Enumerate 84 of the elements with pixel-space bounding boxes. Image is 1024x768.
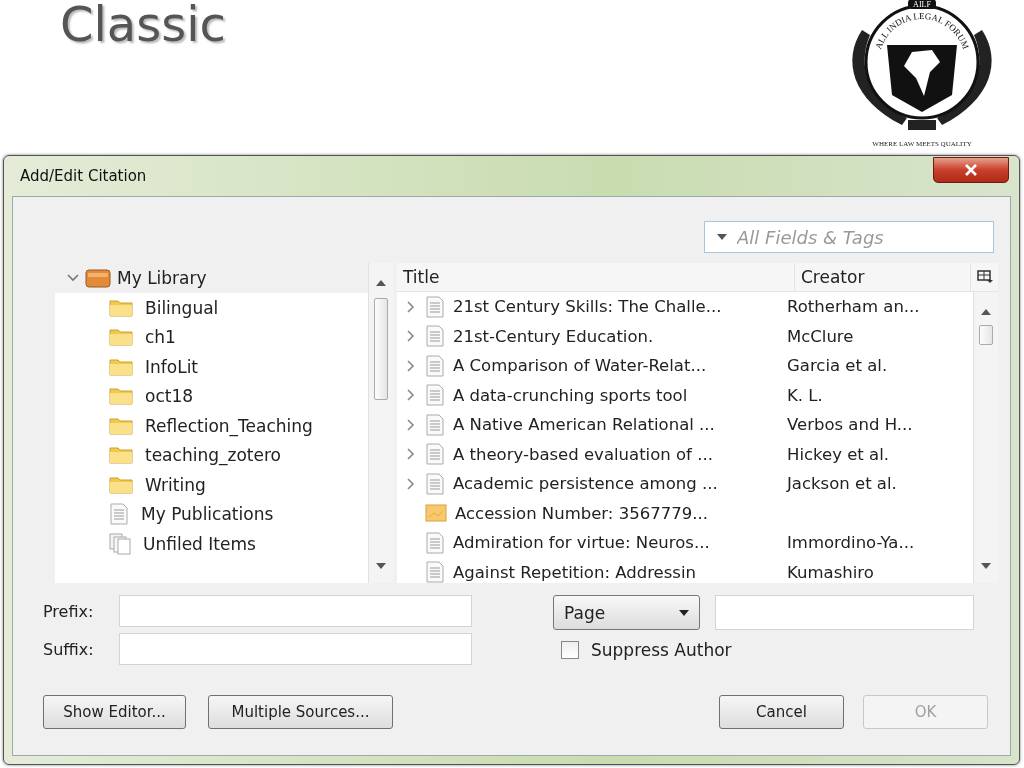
prefix-field[interactable] xyxy=(119,595,472,627)
dialog-button[interactable]: Show Editor... xyxy=(43,695,186,729)
tree-item[interactable]: Unfiled Items xyxy=(143,533,256,554)
note-icon xyxy=(425,504,447,523)
title-cell-text: A theory-based evaluation of ... xyxy=(453,444,714,464)
scroll-up-icon[interactable] xyxy=(981,309,991,315)
suffix-field[interactable] xyxy=(119,633,472,665)
creator-cell: Immordino-Ya... xyxy=(787,533,915,553)
folder-icon xyxy=(109,357,133,376)
chevron-right-icon[interactable] xyxy=(407,477,415,490)
creator-cell: Hickey et al. xyxy=(787,444,889,464)
creator-cell: Garcia et al. xyxy=(787,356,888,376)
tree-item[interactable]: InfoLit xyxy=(145,356,199,377)
chevron-right-icon[interactable] xyxy=(407,448,415,461)
chevron-down-icon[interactable] xyxy=(67,273,79,283)
folder-icon xyxy=(109,446,133,465)
column-header[interactable]: Creator xyxy=(795,263,971,291)
locator-field[interactable] xyxy=(715,595,974,630)
title-cell-text: A Comparison of Water-Relat... xyxy=(453,356,708,376)
dialog-button[interactable]: Multiple Sources... xyxy=(208,695,393,729)
document-icon xyxy=(425,443,445,466)
tree-item[interactable]: Bilingual xyxy=(145,297,219,318)
chevron-right-icon[interactable] xyxy=(407,418,415,431)
folder-icon xyxy=(109,298,133,317)
library-icon xyxy=(85,268,111,288)
scroll-thumb[interactable] xyxy=(979,325,993,345)
scroll-down-icon[interactable] xyxy=(981,563,991,569)
scroll-up-icon[interactable] xyxy=(376,280,386,286)
window-title: Add/Edit Citation xyxy=(20,167,147,185)
creator-cell: Kumashiro xyxy=(787,562,874,582)
creator-cell: Rotherham an... xyxy=(787,297,920,317)
dialog-button[interactable]: Cancel xyxy=(719,695,844,729)
column-header[interactable]: Title xyxy=(397,263,795,291)
suffix-label: Suffix: xyxy=(43,639,95,659)
dropdown-caret-icon[interactable] xyxy=(717,234,727,240)
scroll-thumb[interactable] xyxy=(374,298,388,400)
creator-cell: K. L. xyxy=(787,385,823,405)
document-icon xyxy=(425,472,445,495)
scroll-down-icon[interactable] xyxy=(376,563,386,569)
title-cell-text: A data-crunching sports tool xyxy=(453,385,689,405)
title-cell-text: 21st Century Skills: The Challe... xyxy=(453,297,723,317)
document-icon xyxy=(425,413,445,436)
document-icon xyxy=(425,354,445,377)
folder-icon xyxy=(109,416,133,435)
title-cell-text: Admiration for virtue: Neuros... xyxy=(453,533,711,553)
folder-icon xyxy=(109,328,133,347)
scrollbar[interactable] xyxy=(973,292,998,583)
checkbox-label[interactable]: Suppress Author xyxy=(591,640,732,660)
documents-icon xyxy=(109,532,131,555)
chevron-right-icon[interactable] xyxy=(407,330,415,343)
slide-title: Classic xyxy=(60,0,226,52)
creator-cell: Verbos and H... xyxy=(787,415,913,435)
caret-icon xyxy=(679,609,689,616)
tree-item[interactable]: ch1 xyxy=(145,327,176,348)
folder-icon xyxy=(109,475,133,494)
title-cell-text: Academic persistence among ... xyxy=(453,474,719,494)
tree-item[interactable]: Reflection_Teaching xyxy=(145,415,313,436)
chevron-right-icon[interactable] xyxy=(407,389,415,402)
tree-item[interactable]: oct18 xyxy=(145,386,194,407)
title-cell-text: Against Repetition: Addressin xyxy=(453,562,697,582)
tree-item[interactable]: teaching_zotero xyxy=(145,445,281,466)
document-icon xyxy=(425,384,445,407)
creator-cell: Jackson et al. xyxy=(787,474,897,494)
tree-item[interactable]: My Publications xyxy=(141,504,274,525)
document-icon xyxy=(425,295,445,318)
locator-dropdown[interactable]: Page xyxy=(553,595,700,630)
title-cell-text: 21st-Century Education. xyxy=(453,326,655,346)
document-icon xyxy=(109,503,129,526)
chevron-right-icon[interactable] xyxy=(407,300,415,313)
close-icon xyxy=(964,164,978,176)
tree-item[interactable]: Writing xyxy=(145,474,206,495)
title-cell-text: Accession Number: 3567779... xyxy=(455,503,709,523)
prefix-label: Prefix: xyxy=(43,601,95,621)
creator-cell: McClure xyxy=(787,326,854,346)
chevron-right-icon[interactable] xyxy=(407,359,415,372)
close-button[interactable] xyxy=(933,157,1009,183)
scrollbar[interactable] xyxy=(368,263,393,583)
document-icon xyxy=(425,531,445,554)
tree-item[interactable]: My Library xyxy=(117,268,207,288)
suppress-author-checkbox[interactable] xyxy=(561,641,579,659)
document-icon xyxy=(425,325,445,348)
title-cell-text: A Native American Relational ... xyxy=(453,415,716,435)
folder-icon xyxy=(109,387,133,406)
column-picker-icon[interactable] xyxy=(976,270,993,284)
